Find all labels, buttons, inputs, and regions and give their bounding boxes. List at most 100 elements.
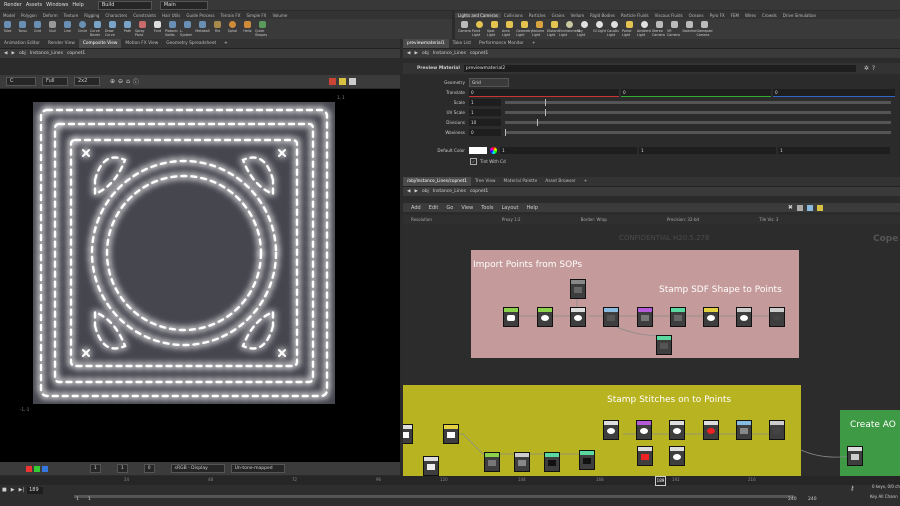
- node[interactable]: [537, 307, 553, 327]
- resolution-select[interactable]: Full: [42, 77, 68, 86]
- color-swatch[interactable]: [469, 147, 487, 154]
- display-select[interactable]: sRGB - Display: [170, 464, 225, 473]
- scale-field[interactable]: 1: [469, 99, 501, 106]
- back-icon[interactable]: ◀: [4, 51, 7, 56]
- shelf-tab[interactable]: Vellum: [568, 13, 588, 18]
- tab-take-list[interactable]: Take List: [449, 39, 475, 48]
- tool-circle[interactable]: Circle: [75, 19, 90, 33]
- frame-field[interactable]: 1: [90, 464, 101, 473]
- shelf-tab[interactable]: Viscous Fluids: [652, 13, 686, 18]
- shelf-tab[interactable]: Constraints: [130, 13, 159, 18]
- tool-spot-light[interactable]: Spot Light: [487, 19, 502, 37]
- sticky-note-icon[interactable]: [816, 204, 823, 211]
- translate-x[interactable]: 0: [469, 88, 619, 97]
- layout-select[interactable]: 2x2: [74, 77, 100, 86]
- tool-quick-shapes[interactable]: Quick Shapes: [255, 19, 270, 37]
- grid-view-icon[interactable]: [338, 78, 346, 85]
- shelf-tab[interactable]: Guide Process: [183, 13, 217, 18]
- node[interactable]: [579, 450, 595, 470]
- shelf-tab[interactable]: FEM: [728, 13, 742, 18]
- net-menu-go[interactable]: Go: [446, 205, 453, 211]
- menu-render[interactable]: Render: [4, 2, 22, 8]
- range-start[interactable]: 1: [76, 497, 79, 502]
- tool-portal-light[interactable]: Portal Light: [622, 19, 637, 37]
- node[interactable]: [669, 420, 685, 440]
- shelf-tab[interactable]: Volume: [269, 13, 290, 18]
- tab-asset-browser[interactable]: Asset Browser: [541, 177, 580, 186]
- tool-line[interactable]: Line: [60, 19, 75, 33]
- translate-z[interactable]: 0: [773, 88, 895, 97]
- shelf-tab[interactable]: Particles: [526, 13, 549, 18]
- tool-sky-light[interactable]: Sky Light: [577, 19, 592, 37]
- node[interactable]: [403, 424, 413, 444]
- forward-icon[interactable]: ▶: [414, 189, 417, 194]
- desktop-main-select[interactable]: Main: [159, 0, 208, 10]
- shelf-tab[interactable]: Rigid Bodies: [587, 13, 618, 18]
- range-end[interactable]: 240: [788, 497, 797, 502]
- tool-spiral[interactable]: Spiral: [225, 19, 240, 33]
- tool-lsystem[interactable]: L-System: [180, 19, 195, 37]
- net-menu-help[interactable]: Help: [527, 205, 538, 211]
- home-icon[interactable]: ⌂: [126, 78, 130, 85]
- tool-font[interactable]: Font: [150, 19, 165, 33]
- tool-spray-paint[interactable]: Spray Paint: [135, 19, 150, 37]
- shelf-tab[interactable]: Deform: [40, 13, 61, 18]
- step-forward-icon[interactable]: ▶|: [19, 487, 25, 493]
- tool-file[interactable]: File: [210, 19, 225, 33]
- translate-y[interactable]: 0: [621, 88, 771, 97]
- node[interactable]: [670, 307, 686, 327]
- tab-motion-fx-view[interactable]: Motion FX View: [121, 39, 162, 48]
- tab-performance-monitor[interactable]: Performance Monitor: [475, 39, 528, 48]
- tint-checkbox[interactable]: ✓: [470, 158, 477, 165]
- gear-icon[interactable]: ✲: [864, 65, 869, 72]
- net-menu-view[interactable]: View: [461, 205, 473, 211]
- menu-assets[interactable]: Assets: [26, 2, 42, 8]
- timeline-playhead[interactable]: 189: [655, 476, 666, 486]
- tool-null[interactable]: Null: [45, 19, 60, 33]
- node[interactable]: [703, 307, 719, 327]
- node[interactable]: [443, 424, 459, 444]
- net-menu-add[interactable]: Add: [411, 205, 421, 211]
- desktop-build-select[interactable]: Build: [97, 0, 152, 10]
- tool-platonic[interactable]: Platonic Solids: [165, 19, 180, 37]
- tool-environment-light[interactable]: Environment Light: [559, 19, 580, 37]
- waviness-field[interactable]: 0: [469, 129, 501, 136]
- wrench-icon[interactable]: ✖: [788, 204, 793, 211]
- info-icon[interactable]: ⓘ: [133, 77, 139, 86]
- menu-help[interactable]: Help: [72, 2, 83, 8]
- network-editor[interactable]: CONFIDENTIAL H20.5.278 Cope Import Point…: [403, 224, 900, 476]
- node[interactable]: [736, 420, 752, 440]
- color-g[interactable]: 1: [639, 147, 776, 154]
- uvscale-slider[interactable]: [505, 109, 891, 116]
- shelf-tab[interactable]: Texture: [61, 13, 82, 18]
- stop-icon[interactable]: ■: [2, 487, 7, 493]
- shelf-tab[interactable]: Pyro FX: [707, 13, 728, 18]
- tool-stereo-camera[interactable]: Stereo Camera: [652, 19, 667, 37]
- tool-area-light[interactable]: Area Light: [502, 19, 517, 37]
- node[interactable]: [656, 335, 672, 355]
- color-b[interactable]: 1: [778, 147, 890, 154]
- divisions-field[interactable]: 10: [469, 119, 501, 126]
- tool-switcher[interactable]: Switcher: [682, 19, 697, 33]
- node[interactable]: [847, 446, 863, 466]
- tab-geometry-spreadsheet[interactable]: Geometry Spreadsheet: [162, 39, 220, 48]
- range-end-2[interactable]: 240: [808, 497, 817, 502]
- node[interactable]: [484, 452, 500, 472]
- tool-gi-light[interactable]: GI Light: [592, 19, 607, 33]
- node[interactable]: [703, 420, 719, 440]
- node[interactable]: [637, 446, 653, 466]
- shelf-tab[interactable]: Terrain FX: [218, 13, 244, 18]
- back-icon[interactable]: ◀: [407, 189, 410, 194]
- back-icon[interactable]: ◀: [407, 51, 410, 56]
- tab-tree-view[interactable]: Tree View: [471, 177, 500, 186]
- tab-network-path[interactable]: /obj/Instance_Lines/copnet1: [403, 177, 472, 186]
- waviness-slider[interactable]: [505, 129, 891, 136]
- display-options-icon[interactable]: [348, 78, 356, 85]
- shelf-tab[interactable]: Characters: [102, 13, 130, 18]
- forward-icon[interactable]: ▶: [11, 51, 14, 56]
- node[interactable]: [544, 452, 560, 472]
- value-field[interactable]: 0: [143, 464, 155, 473]
- shelf-tab[interactable]: Model: [0, 13, 18, 18]
- shelf-tab[interactable]: Grains: [549, 13, 568, 18]
- node[interactable]: [603, 307, 619, 327]
